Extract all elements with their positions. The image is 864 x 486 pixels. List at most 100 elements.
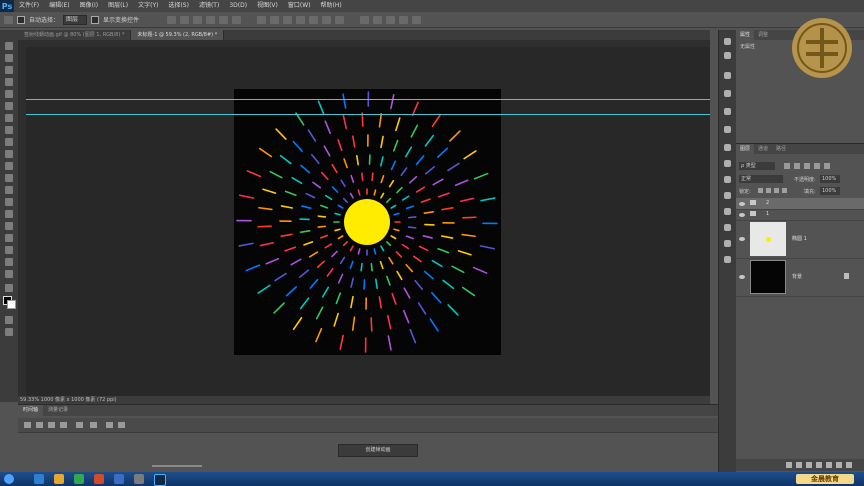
dodge-tool-icon[interactable] — [5, 198, 13, 206]
quick-mask-icon[interactable] — [5, 316, 13, 324]
next-frame-icon[interactable] — [60, 422, 67, 428]
libraries-icon[interactable] — [724, 240, 731, 247]
align-center-icon[interactable] — [219, 15, 229, 24]
history-brush-tool-icon[interactable] — [5, 150, 13, 158]
tab-timeline[interactable]: 时间轴 — [18, 405, 44, 416]
menu-view[interactable]: 视图(V) — [252, 0, 283, 12]
visibility-eye-icon[interactable] — [739, 213, 745, 217]
distribute-top-icon[interactable] — [257, 15, 267, 24]
align-top-icon[interactable] — [167, 15, 177, 24]
distribute-center-icon[interactable] — [309, 15, 319, 24]
app-icon[interactable] — [134, 474, 144, 484]
lock-all-icon[interactable] — [782, 188, 787, 193]
pen-tool-icon[interactable] — [5, 210, 13, 218]
auto-select-dropdown[interactable]: 图层 — [63, 14, 88, 25]
lock-image-icon[interactable] — [766, 188, 771, 193]
previous-frame-icon[interactable] — [36, 422, 43, 428]
fill-field[interactable]: 100% — [820, 187, 840, 195]
zoom-tool-icon[interactable] — [5, 270, 13, 278]
menu-edit[interactable]: 编辑(E) — [44, 0, 74, 12]
brush-tool-icon[interactable] — [5, 126, 13, 134]
distribute-middle-icon[interactable] — [270, 15, 280, 24]
type-tool-icon[interactable] — [5, 222, 13, 230]
brush-settings-icon[interactable] — [724, 72, 731, 79]
delete-layer-icon[interactable] — [846, 462, 852, 468]
filter-type-icon[interactable] — [804, 163, 810, 169]
paragraph-icon[interactable] — [724, 108, 731, 115]
move-tool-icon[interactable] — [5, 42, 13, 50]
menu-type[interactable]: 文字(Y) — [133, 0, 163, 12]
lock-position-icon[interactable] — [774, 188, 779, 193]
horizontal-ruler[interactable] — [26, 40, 710, 47]
hand-tool-icon[interactable] — [5, 258, 13, 266]
add-mask-icon[interactable] — [806, 462, 812, 468]
ie-browser-icon[interactable] — [34, 474, 44, 484]
3d-roll-icon[interactable] — [373, 15, 383, 24]
filter-pixel-icon[interactable] — [784, 163, 790, 169]
tab-properties[interactable]: 属性 — [736, 30, 755, 40]
audio-icon[interactable] — [76, 422, 83, 428]
visibility-eye-icon[interactable] — [739, 237, 745, 241]
info-icon[interactable] — [724, 90, 731, 97]
start-button-icon[interactable] — [4, 474, 14, 484]
3d-pan-icon[interactable] — [386, 15, 396, 24]
tab-layers[interactable]: 图层 — [736, 144, 755, 154]
tab-document-untitled[interactable]: 未标题-1 @ 59.3% (2, RGB/8#) * — [131, 30, 225, 40]
history-icon[interactable] — [724, 38, 731, 45]
gradient-tool-icon[interactable] — [5, 174, 13, 182]
styles-icon[interactable] — [724, 192, 731, 199]
tab-measurement-log[interactable]: 测量记录 — [43, 405, 73, 416]
zoom-slider[interactable] — [152, 465, 202, 467]
3d-slide-icon[interactable] — [399, 15, 409, 24]
photoshop-taskbar-icon[interactable] — [154, 474, 166, 486]
lock-transparent-icon[interactable] — [758, 188, 763, 193]
adjustment-layer-icon[interactable] — [816, 462, 822, 468]
navigator-icon[interactable] — [724, 256, 731, 263]
ellipse-tool-icon[interactable] — [5, 246, 13, 254]
menu-image[interactable]: 图像(I) — [75, 0, 103, 12]
crop-tool-icon[interactable] — [5, 90, 13, 98]
auto-align-icon[interactable] — [335, 15, 345, 24]
3d-orbit-icon[interactable] — [360, 15, 370, 24]
guide-line-horizontal[interactable] — [26, 114, 710, 115]
document-canvas[interactable] — [234, 89, 501, 355]
lasso-tool-icon[interactable] — [5, 66, 13, 74]
menu-3d[interactable]: 3D(D) — [224, 0, 252, 12]
screen-mode-icon[interactable] — [5, 328, 13, 336]
tab-paths[interactable]: 路径 — [772, 144, 790, 154]
actions-play-icon[interactable] — [724, 52, 731, 59]
swatches-icon[interactable] — [724, 208, 731, 215]
transition-icon[interactable] — [118, 422, 125, 428]
app-icon[interactable] — [114, 474, 124, 484]
3d-scale-icon[interactable] — [412, 15, 422, 24]
layer-row-background[interactable]: 背景 — [736, 258, 864, 297]
vertical-ruler[interactable] — [18, 40, 26, 396]
play-icon[interactable] — [48, 422, 55, 428]
opacity-field[interactable]: 100% — [820, 175, 840, 183]
layer-style-icon[interactable] — [796, 462, 802, 468]
menu-file[interactable]: 文件(F) — [14, 0, 44, 12]
menu-help[interactable]: 帮助(H) — [316, 0, 347, 12]
background-color-swatch[interactable] — [7, 300, 16, 309]
tab-adjustments[interactable]: 调整 — [754, 30, 772, 40]
new-layer-icon[interactable] — [836, 462, 842, 468]
auto-select-checkbox[interactable] — [17, 15, 25, 24]
more-tools-icon[interactable] — [5, 284, 13, 292]
show-transform-checkbox[interactable] — [91, 15, 100, 24]
marquee-tool-icon[interactable] — [5, 54, 13, 62]
quick-select-tool-icon[interactable] — [5, 78, 13, 86]
new-group-icon[interactable] — [826, 462, 832, 468]
align-left-icon[interactable] — [206, 15, 216, 24]
blur-tool-icon[interactable] — [5, 186, 13, 194]
menu-layer[interactable]: 图层(L) — [103, 0, 133, 12]
adjustments-icon[interactable] — [724, 176, 731, 183]
healing-brush-tool-icon[interactable] — [5, 114, 13, 122]
align-bottom-icon[interactable] — [193, 15, 203, 24]
menu-window[interactable]: 窗口(W) — [283, 0, 316, 12]
layer-kind-filter[interactable]: ρ 类型 — [739, 162, 775, 170]
distribute-left-icon[interactable] — [296, 15, 306, 24]
tools-preset-icon[interactable] — [724, 144, 731, 151]
eraser-tool-icon[interactable] — [5, 162, 13, 170]
path-selection-tool-icon[interactable] — [5, 234, 13, 242]
media-player-icon[interactable] — [74, 474, 84, 484]
